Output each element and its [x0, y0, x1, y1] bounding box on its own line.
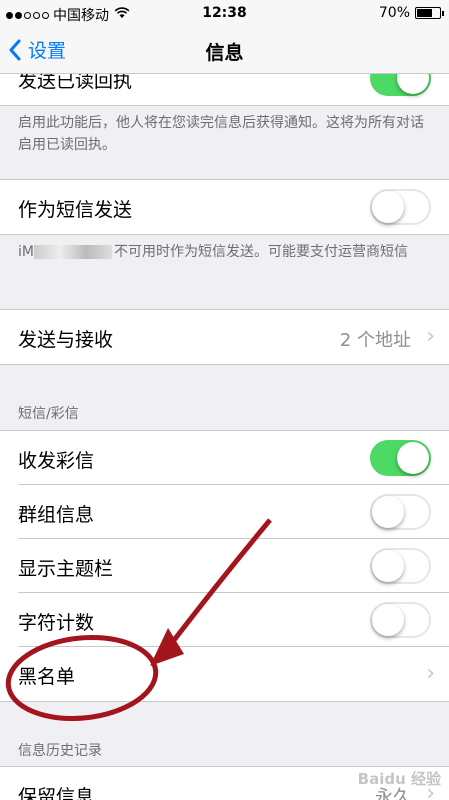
show-subject-label: 显示主题栏 — [18, 558, 114, 580]
read-receipts-footer: 启用此功能后，他人将在您读完信息后获得通知。这将为所有对话启用已读回执。 — [18, 115, 424, 153]
send-as-sms-label: 作为短信发送 — [18, 199, 133, 221]
mms-messaging-label: 收发彩信 — [18, 450, 95, 472]
character-count-row: 字符计数 — [18, 593, 449, 647]
show-subject-toggle[interactable] — [370, 548, 431, 584]
send-as-sms-toggle[interactable] — [370, 189, 431, 225]
send-as-sms-row: 作为短信发送 — [18, 180, 449, 234]
navigation-bar: 设置 信息 — [0, 26, 449, 74]
character-count-toggle[interactable] — [370, 602, 431, 638]
send-as-sms-footer-text: 不可用时作为短信发送。可能要支付运营商短信 — [113, 244, 408, 260]
history-header: 信息历史记录 — [18, 743, 102, 759]
blurred-text — [33, 245, 112, 259]
mms-messaging-toggle[interactable] — [370, 440, 431, 476]
group-messaging-row: 群组信息 — [18, 485, 449, 539]
mms-messaging-row: 收发彩信 — [18, 431, 449, 485]
chevron-right-icon: › — [426, 661, 435, 686]
keep-messages-label: 保留信息 — [18, 786, 95, 800]
battery-percent: 70% — [378, 5, 410, 21]
character-count-label: 字符计数 — [18, 612, 95, 634]
send-as-sms-footer-prefix: iM — [18, 244, 34, 260]
send-receive-section: 发送与接收 2 个地址 › — [0, 309, 449, 365]
watermark: Baidu 经验 — [357, 770, 441, 788]
show-subject-row: 显示主题栏 — [18, 539, 449, 593]
blocked-label: 黑名单 — [18, 666, 76, 688]
send-receive-value: 2 个地址 — [339, 330, 411, 351]
group-messaging-toggle[interactable] — [370, 494, 431, 530]
group-messaging-label: 群组信息 — [18, 504, 95, 526]
sms-mms-section: 收发彩信 群组信息 显示主题栏 字符计数 黑名单 › — [0, 430, 449, 702]
chevron-right-icon: › — [426, 324, 435, 349]
send-receive-label: 发送与接收 — [18, 329, 114, 351]
send-as-sms-footer: iM 不可用时作为短信发送。可能要支付运营商短信 — [18, 241, 436, 263]
status-bar: 中国移动 12:38 70% — [0, 0, 449, 26]
sms-mms-header: 短信/彩信 — [18, 406, 79, 422]
page-title: 信息 — [205, 42, 244, 64]
send-receive-row[interactable]: 发送与接收 2 个地址 › — [18, 310, 449, 364]
send-as-sms-section: 作为短信发送 — [0, 179, 449, 235]
blocked-row[interactable]: 黑名单 › — [18, 647, 449, 701]
battery-group: 70% — [378, 5, 444, 21]
battery-icon — [415, 7, 444, 19]
